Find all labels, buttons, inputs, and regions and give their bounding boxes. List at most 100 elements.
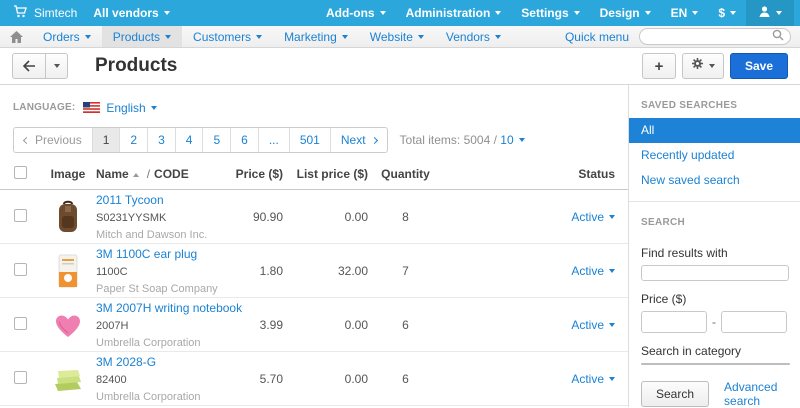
- menu-language[interactable]: EN: [661, 0, 709, 26]
- column-price[interactable]: Price ($): [221, 167, 283, 181]
- column-status[interactable]: Status: [443, 167, 628, 181]
- product-name-link[interactable]: 3M 2007H writing notebook: [96, 301, 242, 315]
- nav-vendors[interactable]: Vendors: [435, 26, 512, 47]
- menu-settings[interactable]: Settings: [511, 0, 589, 26]
- search-icon[interactable]: [772, 29, 784, 44]
- product-info: 3M 1100C ear plug 1100C Paper St Soap Co…: [96, 246, 221, 296]
- cart-icon[interactable]: [13, 5, 27, 21]
- product-price[interactable]: 1.80: [221, 264, 283, 278]
- brand-name[interactable]: Simtech: [34, 6, 77, 20]
- row-checkbox[interactable]: [14, 317, 27, 330]
- chevron-down-icon: [730, 11, 736, 15]
- home-icon[interactable]: [0, 26, 32, 47]
- product-name-link[interactable]: 2011 Tycoon: [96, 193, 164, 207]
- saved-search-recently-updated[interactable]: Recently updated: [629, 143, 800, 168]
- product-list-price[interactable]: 32.00: [283, 264, 368, 278]
- status-dropdown[interactable]: Active: [571, 372, 615, 386]
- product-thumbnail-green-notes[interactable]: [40, 366, 96, 392]
- product-info: 3M 2007H writing notebook 2007H Umbrella…: [96, 300, 221, 350]
- select-all-checkbox[interactable]: [14, 166, 27, 179]
- menu-addons[interactable]: Add-ons: [316, 0, 396, 26]
- nav-website[interactable]: Website: [359, 26, 435, 47]
- sort-by-code[interactable]: CODE: [154, 167, 189, 181]
- column-quantity[interactable]: Quantity: [368, 167, 443, 181]
- product-list-price[interactable]: 0.00: [283, 372, 368, 386]
- price-from-input[interactable]: [641, 311, 707, 333]
- sidebar: SAVED SEARCHES All Recently updated New …: [628, 85, 800, 407]
- pagination-next[interactable]: Next: [330, 128, 387, 152]
- page-title: Products: [95, 55, 177, 77]
- topbar: Simtech All vendors Add-ons Administrati…: [0, 0, 800, 26]
- pagination-page-6[interactable]: 6: [230, 128, 258, 152]
- vendor-selector[interactable]: All vendors: [93, 6, 169, 20]
- product-price[interactable]: 5.70: [221, 372, 283, 386]
- language-selector[interactable]: English: [106, 101, 156, 115]
- product-price[interactable]: 90.90: [221, 210, 283, 224]
- advanced-search-link[interactable]: Advanced search: [724, 380, 788, 408]
- product-quantity[interactable]: 6: [368, 372, 443, 386]
- status-dropdown[interactable]: Active: [571, 264, 615, 278]
- topbar-menus: Add-ons Administration Settings Design E…: [316, 0, 800, 26]
- pagination-ellipsis[interactable]: ...: [258, 128, 289, 152]
- saved-search-new[interactable]: New saved search: [629, 168, 800, 193]
- global-search-input[interactable]: [646, 31, 772, 43]
- gear-menu-button[interactable]: [682, 53, 724, 79]
- product-thumbnail-backpack[interactable]: [40, 200, 96, 234]
- table-row: 3M 2028-G 82400 Umbrella Corporation 5.7…: [0, 352, 628, 406]
- chevron-down-icon: [645, 11, 651, 15]
- add-product-button[interactable]: +: [642, 53, 676, 79]
- menu-design[interactable]: Design: [590, 0, 661, 26]
- status-dropdown[interactable]: Active: [571, 210, 615, 224]
- nav-products[interactable]: Products: [102, 26, 182, 47]
- product-list-price[interactable]: 0.00: [283, 210, 368, 224]
- save-button[interactable]: Save: [730, 53, 788, 79]
- chevron-down-icon: [776, 11, 782, 15]
- back-dropdown-button[interactable]: [46, 53, 68, 79]
- product-name-link[interactable]: 3M 1100C ear plug: [96, 247, 197, 261]
- nav-customers[interactable]: Customers: [182, 26, 273, 47]
- pagination-page-501[interactable]: 501: [289, 128, 330, 152]
- status-dropdown[interactable]: Active: [571, 318, 615, 332]
- product-thumbnail-ear-plug[interactable]: [40, 254, 96, 288]
- pagination: Previous 1 2 3 4 5 6 ... 501 Next: [13, 127, 388, 153]
- chevron-down-icon: [151, 106, 157, 110]
- price-filter-label: Price ($): [641, 292, 788, 306]
- nav-marketing[interactable]: Marketing: [273, 26, 359, 47]
- row-checkbox[interactable]: [14, 209, 27, 222]
- row-checkbox[interactable]: [14, 371, 27, 384]
- chevron-down-icon: [164, 11, 170, 15]
- product-thumbnail-heart-notes[interactable]: [40, 311, 96, 339]
- pagination-page-4[interactable]: 4: [175, 128, 203, 152]
- chevron-down-icon: [54, 64, 60, 68]
- pagination-page-5[interactable]: 5: [202, 128, 230, 152]
- pagination-page-3[interactable]: 3: [147, 128, 175, 152]
- quick-menu-link[interactable]: Quick menu: [565, 30, 629, 44]
- chevron-down-icon: [256, 35, 262, 39]
- content-area: LANGUAGE: English Previous 1 2 3 4 5 6 .…: [0, 85, 800, 407]
- row-checkbox[interactable]: [14, 263, 27, 276]
- product-list-price[interactable]: 0.00: [283, 318, 368, 332]
- sort-asc-icon: [133, 173, 139, 177]
- product-name-link[interactable]: 3M 2028-G: [96, 355, 156, 369]
- saved-search-all[interactable]: All: [629, 118, 800, 143]
- user-menu[interactable]: [746, 0, 794, 26]
- nav-orders[interactable]: Orders: [32, 26, 102, 47]
- product-code: 1100C: [96, 265, 221, 279]
- product-price[interactable]: 3.99: [221, 318, 283, 332]
- pagination-previous[interactable]: Previous: [14, 128, 92, 152]
- sort-by-name[interactable]: Name: [96, 167, 129, 181]
- per-page-selector[interactable]: 10: [500, 133, 524, 147]
- pagination-page-1[interactable]: 1: [92, 128, 120, 152]
- find-results-input[interactable]: [641, 265, 789, 281]
- price-to-input[interactable]: [721, 311, 787, 333]
- search-button[interactable]: Search: [641, 381, 709, 407]
- menu-currency[interactable]: $: [708, 0, 746, 26]
- menu-administration[interactable]: Administration: [396, 0, 512, 26]
- product-quantity[interactable]: 8: [368, 210, 443, 224]
- product-quantity[interactable]: 6: [368, 318, 443, 332]
- back-button[interactable]: [12, 53, 46, 79]
- pagination-page-2[interactable]: 2: [119, 128, 147, 152]
- chevron-down-icon: [574, 11, 580, 15]
- product-quantity[interactable]: 7: [368, 264, 443, 278]
- column-list-price[interactable]: List price ($): [283, 167, 368, 181]
